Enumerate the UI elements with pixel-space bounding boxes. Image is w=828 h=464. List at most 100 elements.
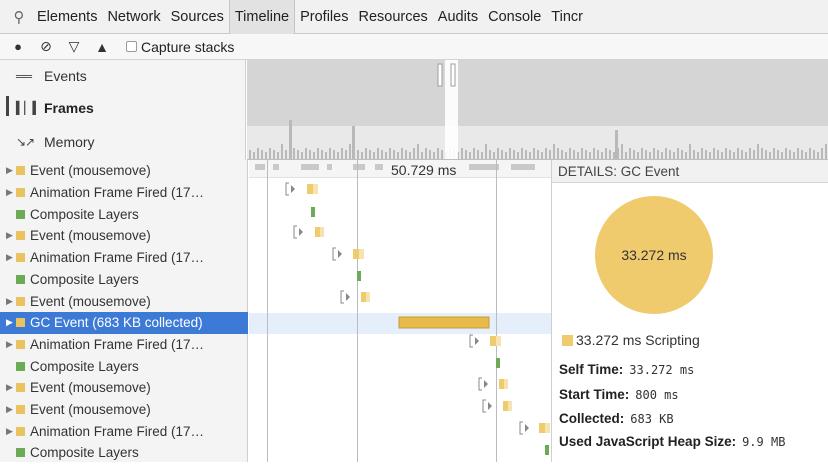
- expand-triangle-icon[interactable]: ▶: [6, 382, 16, 393]
- frame-bar: [713, 148, 715, 159]
- frame-bar: [569, 148, 571, 159]
- devtools-tab-bar: ⚲ Elements Network Sources Timeline Prof…: [0, 0, 828, 34]
- frame-bar: [281, 144, 283, 159]
- expand-triangle-icon[interactable]: ▶: [6, 404, 16, 415]
- frame-bar: [809, 148, 811, 159]
- capture-stacks-label: Capture stacks: [141, 38, 235, 55]
- expand-triangle-icon[interactable]: ▶: [6, 165, 16, 176]
- tab-tincr[interactable]: Tincr: [546, 0, 588, 34]
- filter-icon[interactable]: ▽: [60, 38, 88, 55]
- tab-elements[interactable]: Elements: [32, 0, 102, 34]
- scripting-swatch: [562, 334, 573, 346]
- record-label: Animation Frame Fired (17…: [30, 423, 205, 439]
- frame-bar: [637, 152, 639, 159]
- tab-network[interactable]: Network: [102, 0, 165, 34]
- record-row[interactable]: ▶ Event (mousemove): [0, 225, 248, 247]
- frame-bar: [621, 144, 623, 159]
- frame-bar: [749, 148, 751, 159]
- frame-bar: [705, 150, 707, 159]
- frame-bar: [541, 152, 543, 159]
- frame-bar: [585, 150, 587, 159]
- tab-resources[interactable]: Resources: [353, 0, 432, 34]
- record-row[interactable]: ▶ Event (mousemove): [0, 160, 248, 182]
- overview-item-label: Frames: [44, 100, 94, 116]
- frame-bar: [769, 152, 771, 159]
- frame-bar: [777, 150, 779, 159]
- frame-bar: [357, 150, 359, 159]
- record-label: Animation Frame Fired (17…: [30, 336, 205, 352]
- record-row[interactable]: ▶ Composite Layers: [0, 355, 248, 377]
- frame-bar: [393, 150, 395, 159]
- record-row[interactable]: ▶ Event (mousemove): [0, 399, 248, 421]
- frame-bar: [361, 152, 363, 159]
- frame-bar: [305, 148, 307, 159]
- frame-bar: [301, 152, 303, 159]
- tab-sources[interactable]: Sources: [166, 0, 229, 34]
- pie-label: 33.272 ms: [621, 247, 687, 263]
- record-row[interactable]: ▶ Event (mousemove): [0, 290, 248, 312]
- overview-item-frames[interactable]: ▍▏▍ Frames: [16, 100, 94, 116]
- overview-item-memory[interactable]: ↘↗ Memory: [16, 134, 95, 150]
- selection-indicator: [6, 96, 9, 116]
- waterfall-timeline[interactable]: 50.729 ms: [249, 160, 551, 462]
- tab-timeline[interactable]: Timeline: [228, 0, 296, 34]
- expand-triangle-icon[interactable]: ▶: [6, 426, 16, 437]
- record-label: Composite Layers: [30, 206, 139, 222]
- record-row[interactable]: ▶ Animation Frame Fired (17…: [0, 247, 248, 269]
- expand-triangle-icon[interactable]: ▶: [6, 252, 16, 263]
- frame-bar: [537, 150, 539, 159]
- record-row[interactable]: ▶ Composite Layers: [0, 269, 248, 291]
- frame-bar: [521, 148, 523, 159]
- record-row[interactable]: ▶ Composite Layers: [0, 203, 248, 225]
- frame-bar: [817, 152, 819, 159]
- record-category-swatch: [16, 318, 25, 328]
- frame-bar: [473, 148, 475, 159]
- record-icon[interactable]: ●: [4, 39, 32, 54]
- frame-bar: [273, 150, 275, 159]
- clear-icon[interactable]: ⊘: [32, 38, 60, 55]
- tab-console[interactable]: Console: [483, 0, 546, 34]
- frames-overview-chart: [247, 60, 828, 159]
- frame-bar: [397, 152, 399, 159]
- record-row[interactable]: ▶ GC Event (683 KB collected): [0, 311, 248, 334]
- expand-triangle-icon[interactable]: ▶: [6, 339, 16, 350]
- garbage-collect-icon[interactable]: ▲: [88, 39, 116, 55]
- overview-graph[interactable]: [247, 60, 828, 160]
- record-row[interactable]: ▶ Event (mousemove): [0, 377, 248, 399]
- frame-bar: [589, 152, 591, 159]
- frame-bar: [509, 148, 511, 159]
- self-time-row: Self Time: 33.272 ms: [559, 362, 694, 377]
- record-row[interactable]: ▶ Composite Layers: [0, 442, 248, 464]
- frame-bar: [417, 144, 419, 159]
- frame-bar: [277, 152, 279, 159]
- frame-bar: [681, 150, 683, 159]
- record-row[interactable]: ▶ Animation Frame Fired (17…: [0, 420, 248, 442]
- frame-bar: [349, 144, 351, 159]
- frame-bar: [341, 148, 343, 159]
- heap-size-row: Used JavaScript Heap Size: 9.9 MB: [559, 434, 785, 449]
- frame-bar: [645, 150, 647, 159]
- expand-triangle-icon[interactable]: ▶: [6, 187, 16, 198]
- tab-audits[interactable]: Audits: [433, 0, 483, 34]
- frame-bar: [561, 150, 563, 159]
- frame-bar: [745, 152, 747, 159]
- record-category-swatch: [16, 166, 25, 176]
- expand-triangle-icon[interactable]: ▶: [6, 230, 16, 241]
- frame-bar: [653, 148, 655, 159]
- record-row[interactable]: ▶ Animation Frame Fired (17…: [0, 334, 248, 356]
- record-label: Event (mousemove): [30, 402, 151, 418]
- search-icon[interactable]: ⚲: [6, 8, 32, 26]
- expand-triangle-icon[interactable]: ▶: [6, 296, 16, 307]
- tab-profiles[interactable]: Profiles: [295, 0, 353, 34]
- record-row[interactable]: ▶ Animation Frame Fired (17…: [0, 182, 248, 204]
- frame-bar: [549, 150, 551, 159]
- self-time-key: Self Time:: [559, 362, 624, 377]
- frame-bar: [677, 148, 679, 159]
- frame-bar: [825, 144, 827, 159]
- frame-bar: [689, 144, 691, 159]
- frame-bar: [805, 152, 807, 159]
- frame-bar: [625, 152, 627, 159]
- frame-bar: [789, 150, 791, 159]
- overview-item-events[interactable]: ══ Events: [16, 68, 87, 84]
- capture-stacks-checkbox[interactable]: [126, 41, 137, 52]
